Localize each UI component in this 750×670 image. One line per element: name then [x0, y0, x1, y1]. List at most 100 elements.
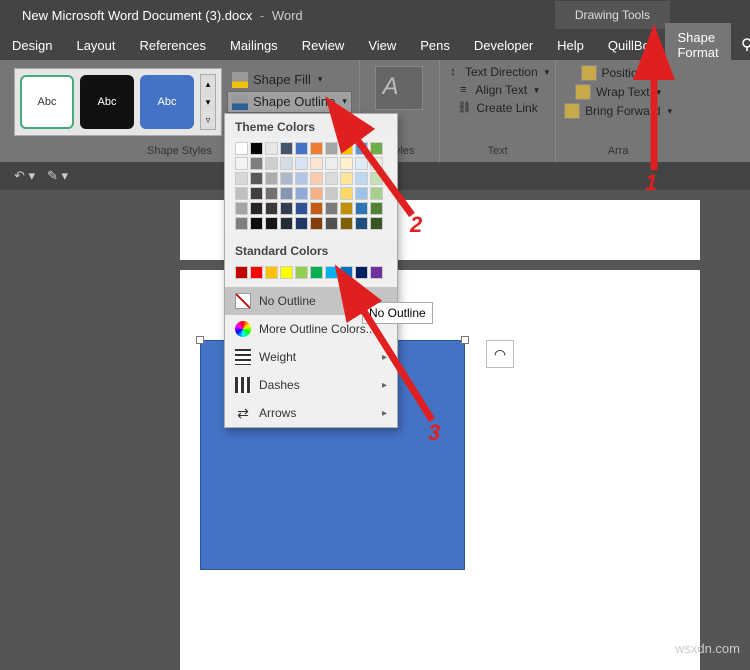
- tab-quillbot[interactable]: QuillBot: [596, 31, 666, 60]
- color-swatch[interactable]: [325, 172, 338, 185]
- color-swatch[interactable]: [370, 217, 383, 230]
- color-swatch[interactable]: [265, 172, 278, 185]
- color-swatch[interactable]: [295, 202, 308, 215]
- color-swatch[interactable]: [280, 172, 293, 185]
- color-swatch[interactable]: [310, 187, 323, 200]
- chevron-up-icon[interactable]: ▴: [201, 75, 215, 93]
- expand-icon[interactable]: ▿: [201, 111, 215, 129]
- color-swatch[interactable]: [280, 217, 293, 230]
- style-sample-2[interactable]: Abc: [80, 75, 134, 129]
- bring-forward-button[interactable]: Bring Forward▾: [562, 102, 674, 120]
- color-swatch[interactable]: [355, 187, 368, 200]
- color-swatch[interactable]: [370, 157, 383, 170]
- tab-view[interactable]: View: [356, 31, 408, 60]
- color-swatch[interactable]: [325, 142, 338, 155]
- tell-me[interactable]: Tell: [731, 37, 750, 53]
- layout-options-button[interactable]: ◠: [486, 340, 514, 368]
- color-swatch[interactable]: [325, 157, 338, 170]
- color-swatch[interactable]: [250, 187, 263, 200]
- drawing-tools-tab[interactable]: Drawing Tools: [555, 1, 670, 29]
- color-swatch[interactable]: [355, 157, 368, 170]
- tab-review[interactable]: Review: [290, 31, 357, 60]
- color-swatch[interactable]: [295, 157, 308, 170]
- color-swatch[interactable]: [250, 157, 263, 170]
- color-swatch[interactable]: [235, 157, 248, 170]
- text-direction-button[interactable]: ↕Text Direction▾: [444, 64, 551, 80]
- arrows-item[interactable]: ⇄ Arrows ▸: [225, 399, 397, 427]
- color-swatch[interactable]: [310, 142, 323, 155]
- color-swatch[interactable]: [295, 266, 308, 279]
- resize-handle-ne[interactable]: [461, 336, 469, 344]
- shape-fill-button[interactable]: Shape Fill▾: [228, 70, 351, 90]
- style-sample-3[interactable]: Abc: [140, 75, 194, 129]
- color-swatch[interactable]: [280, 202, 293, 215]
- align-text-button[interactable]: ≡Align Text▾: [454, 82, 540, 98]
- gallery-scroll[interactable]: ▴ ▾ ▿: [200, 74, 216, 130]
- color-swatch[interactable]: [340, 157, 353, 170]
- highlight-button[interactable]: ✎ ▾: [47, 168, 68, 184]
- color-swatch[interactable]: [370, 142, 383, 155]
- color-swatch[interactable]: [370, 172, 383, 185]
- color-swatch[interactable]: [280, 266, 293, 279]
- color-swatch[interactable]: [295, 172, 308, 185]
- color-swatch[interactable]: [310, 202, 323, 215]
- shape-style-gallery[interactable]: Abc Abc Abc ▴ ▾ ▿: [14, 68, 222, 136]
- color-swatch[interactable]: [280, 187, 293, 200]
- color-swatch[interactable]: [340, 266, 353, 279]
- color-swatch[interactable]: [295, 187, 308, 200]
- color-swatch[interactable]: [265, 157, 278, 170]
- color-swatch[interactable]: [340, 217, 353, 230]
- color-swatch[interactable]: [370, 202, 383, 215]
- color-swatch[interactable]: [295, 217, 308, 230]
- color-swatch[interactable]: [310, 157, 323, 170]
- position-button[interactable]: Position▾: [579, 64, 658, 82]
- color-swatch[interactable]: [235, 172, 248, 185]
- color-swatch[interactable]: [340, 187, 353, 200]
- color-swatch[interactable]: [235, 142, 248, 155]
- color-swatch[interactable]: [265, 217, 278, 230]
- tab-layout[interactable]: Layout: [64, 31, 127, 60]
- color-swatch[interactable]: [340, 142, 353, 155]
- color-swatch[interactable]: [370, 266, 383, 279]
- tab-pens[interactable]: Pens: [408, 31, 462, 60]
- color-swatch[interactable]: [325, 187, 338, 200]
- color-swatch[interactable]: [310, 172, 323, 185]
- color-swatch[interactable]: [355, 172, 368, 185]
- wrap-text-button[interactable]: Wrap Text▾: [573, 83, 663, 101]
- color-swatch[interactable]: [310, 217, 323, 230]
- color-swatch[interactable]: [370, 187, 383, 200]
- color-swatch[interactable]: [235, 187, 248, 200]
- color-swatch[interactable]: [280, 142, 293, 155]
- color-swatch[interactable]: [325, 202, 338, 215]
- undo-button[interactable]: ↶ ▾: [14, 168, 35, 184]
- color-swatch[interactable]: [355, 266, 368, 279]
- color-swatch[interactable]: [250, 202, 263, 215]
- tab-design[interactable]: Design: [0, 31, 64, 60]
- color-swatch[interactable]: [250, 266, 263, 279]
- color-swatch[interactable]: [325, 217, 338, 230]
- color-swatch[interactable]: [325, 266, 338, 279]
- color-swatch[interactable]: [235, 202, 248, 215]
- color-swatch[interactable]: [340, 202, 353, 215]
- tab-help[interactable]: Help: [545, 31, 596, 60]
- color-swatch[interactable]: [355, 202, 368, 215]
- shape-outline-button[interactable]: Shape Outline▾: [228, 92, 351, 112]
- create-link-button[interactable]: ⛓Create Link: [455, 100, 539, 116]
- color-swatch[interactable]: [355, 142, 368, 155]
- color-swatch[interactable]: [250, 172, 263, 185]
- style-sample-1[interactable]: Abc: [20, 75, 74, 129]
- chevron-down-icon[interactable]: ▾: [201, 93, 215, 111]
- dashes-item[interactable]: Dashes ▸: [225, 371, 397, 399]
- color-swatch[interactable]: [250, 217, 263, 230]
- color-swatch[interactable]: [235, 217, 248, 230]
- color-swatch[interactable]: [265, 266, 278, 279]
- resize-handle-nw[interactable]: [196, 336, 204, 344]
- color-swatch[interactable]: [265, 202, 278, 215]
- tab-developer[interactable]: Developer: [462, 31, 545, 60]
- color-swatch[interactable]: [355, 217, 368, 230]
- weight-item[interactable]: Weight ▸: [225, 343, 397, 371]
- color-swatch[interactable]: [265, 187, 278, 200]
- tab-mailings[interactable]: Mailings: [218, 31, 290, 60]
- color-swatch[interactable]: [235, 266, 248, 279]
- color-swatch[interactable]: [310, 266, 323, 279]
